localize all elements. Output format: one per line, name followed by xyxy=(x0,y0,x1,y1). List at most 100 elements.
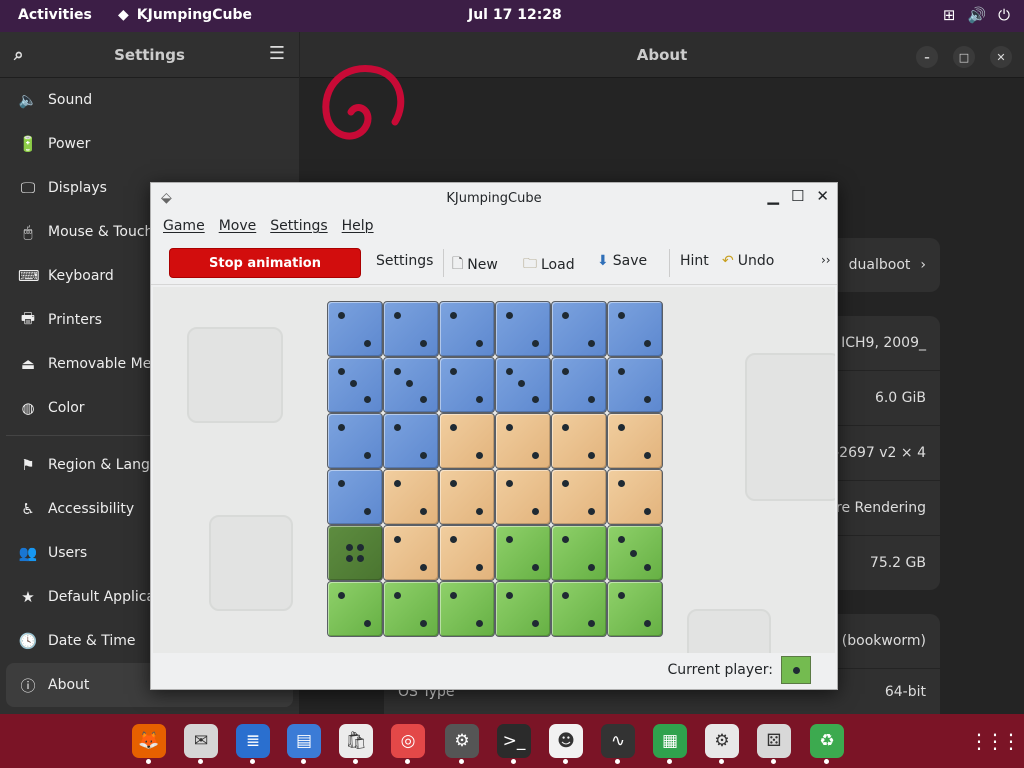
game-board-area xyxy=(153,287,835,653)
dot xyxy=(420,564,427,571)
dot xyxy=(476,508,483,515)
board-game-icon[interactable]: ▦ xyxy=(653,724,687,758)
maximize-icon[interactable]: □ xyxy=(953,46,975,68)
cube-cell[interactable] xyxy=(383,469,439,525)
recycle-icon[interactable]: ♻ xyxy=(810,724,844,758)
cube-cell[interactable] xyxy=(327,581,383,637)
cube-cell[interactable] xyxy=(439,469,495,525)
cube-cell[interactable] xyxy=(327,525,383,581)
load-button[interactable]: 🗀 Load xyxy=(523,253,575,277)
cube-cell[interactable] xyxy=(551,301,607,357)
close-icon[interactable]: ✕ xyxy=(816,187,829,205)
cube-cell[interactable] xyxy=(551,581,607,637)
cube-cell[interactable] xyxy=(495,469,551,525)
dot xyxy=(420,508,427,515)
window-titlebar[interactable]: ⬙ KJumpingCube ▁ ☐ ✕ xyxy=(151,183,837,213)
files-icon[interactable]: ▤ xyxy=(287,724,321,758)
cube-cell[interactable] xyxy=(383,357,439,413)
settings-icon[interactable]: ⚙ xyxy=(705,724,739,758)
menu-help[interactable]: Help xyxy=(342,218,374,234)
sidebar-item-power[interactable]: 🔋 Power xyxy=(0,122,299,166)
info-row-value: ICH9, 2009_ xyxy=(841,335,926,351)
cube-cell[interactable] xyxy=(495,357,551,413)
cube-cell[interactable] xyxy=(439,301,495,357)
cube-cell[interactable] xyxy=(439,581,495,637)
current-player-label: Current player: xyxy=(667,662,773,678)
cube-cell[interactable] xyxy=(551,525,607,581)
menu-game[interactable]: Game xyxy=(163,218,205,234)
save-button[interactable]: ⬇ Save xyxy=(597,253,647,269)
cube-cell[interactable] xyxy=(607,581,663,637)
cube-cell[interactable] xyxy=(383,525,439,581)
running-indicator xyxy=(667,759,672,764)
undo-icon: ↶ xyxy=(722,253,734,269)
cube-cell[interactable] xyxy=(439,525,495,581)
dot xyxy=(450,536,457,543)
tweaks-icon[interactable]: ⚙ xyxy=(445,724,479,758)
help-icon[interactable]: ◎ xyxy=(391,724,425,758)
cube-cell[interactable] xyxy=(551,469,607,525)
sidebar-item-sound[interactable]: 🔈 Sound xyxy=(0,78,299,122)
cube-cell[interactable] xyxy=(383,413,439,469)
stop-animation-button[interactable]: Stop animation xyxy=(169,248,361,278)
cube-cell[interactable] xyxy=(439,413,495,469)
app-menu[interactable]: ◆ KJumpingCube xyxy=(118,7,252,23)
cube-cell[interactable] xyxy=(383,581,439,637)
writer-icon[interactable]: ≣ xyxy=(236,724,270,758)
running-indicator xyxy=(250,759,255,764)
new-button[interactable]: 🗋 New xyxy=(452,253,498,277)
minimize-icon[interactable]: ▁ xyxy=(767,187,779,205)
terminal-icon[interactable]: >_ xyxy=(497,724,531,758)
cube-cell[interactable] xyxy=(495,301,551,357)
activities-button[interactable]: Activities xyxy=(18,7,92,23)
cube-cell[interactable] xyxy=(495,525,551,581)
minimize-icon[interactable]: – xyxy=(916,46,938,68)
cube-cell[interactable] xyxy=(327,469,383,525)
toolbar-separator xyxy=(443,249,444,277)
cube-cell[interactable] xyxy=(607,301,663,357)
cube-cell[interactable] xyxy=(607,525,663,581)
cube-cell[interactable] xyxy=(551,357,607,413)
wave-icon[interactable]: ∿ xyxy=(601,724,635,758)
main-title: About xyxy=(636,45,688,64)
cube-cell[interactable] xyxy=(607,357,663,413)
close-icon[interactable]: ✕ xyxy=(990,46,1012,68)
cube-cell[interactable] xyxy=(327,357,383,413)
cube-cell[interactable] xyxy=(383,301,439,357)
running-indicator xyxy=(146,759,151,764)
running-indicator xyxy=(771,759,776,764)
cube-cell[interactable] xyxy=(495,581,551,637)
app-grid-icon[interactable]: ⋮⋮⋮ xyxy=(969,724,1021,758)
dot xyxy=(338,368,345,375)
cube-cell[interactable] xyxy=(439,357,495,413)
menu-settings[interactable]: Settings xyxy=(270,218,327,234)
system-tray[interactable]: ⊞ 🔊 ⏻ xyxy=(943,6,1010,24)
cube-cell[interactable] xyxy=(607,469,663,525)
kjumpingcube-icon[interactable]: ⚄ xyxy=(757,724,791,758)
hamburger-menu-icon[interactable]: ☰ xyxy=(269,43,285,64)
menu-move[interactable]: Move xyxy=(219,218,257,234)
clock[interactable]: Jul 17 12:28 xyxy=(468,7,562,23)
cube-cell[interactable] xyxy=(327,413,383,469)
dot xyxy=(364,452,371,459)
settings-button[interactable]: Settings xyxy=(376,253,433,269)
firefox-icon[interactable]: 🦊 xyxy=(132,724,166,758)
robot-icon[interactable]: ☻ xyxy=(549,724,583,758)
evolution-icon[interactable]: ✉ xyxy=(184,724,218,758)
cube-cell[interactable] xyxy=(607,413,663,469)
software-icon[interactable]: 🛍 xyxy=(339,724,373,758)
dot xyxy=(364,340,371,347)
dot xyxy=(618,312,625,319)
sidebar-item-label: Power xyxy=(48,136,91,152)
power-icon: 🔋 xyxy=(18,135,38,153)
search-icon[interactable]: ⌕ xyxy=(14,45,24,65)
dot xyxy=(394,592,401,599)
cube-cell[interactable] xyxy=(495,413,551,469)
dot xyxy=(476,620,483,627)
hint-button[interactable]: Hint xyxy=(680,253,709,269)
toolbar-overflow-button[interactable]: ›› xyxy=(821,253,831,267)
cube-cell[interactable] xyxy=(551,413,607,469)
cube-cell[interactable] xyxy=(327,301,383,357)
undo-button[interactable]: ↶ Undo xyxy=(722,253,774,269)
maximize-icon[interactable]: ☐ xyxy=(791,187,804,205)
